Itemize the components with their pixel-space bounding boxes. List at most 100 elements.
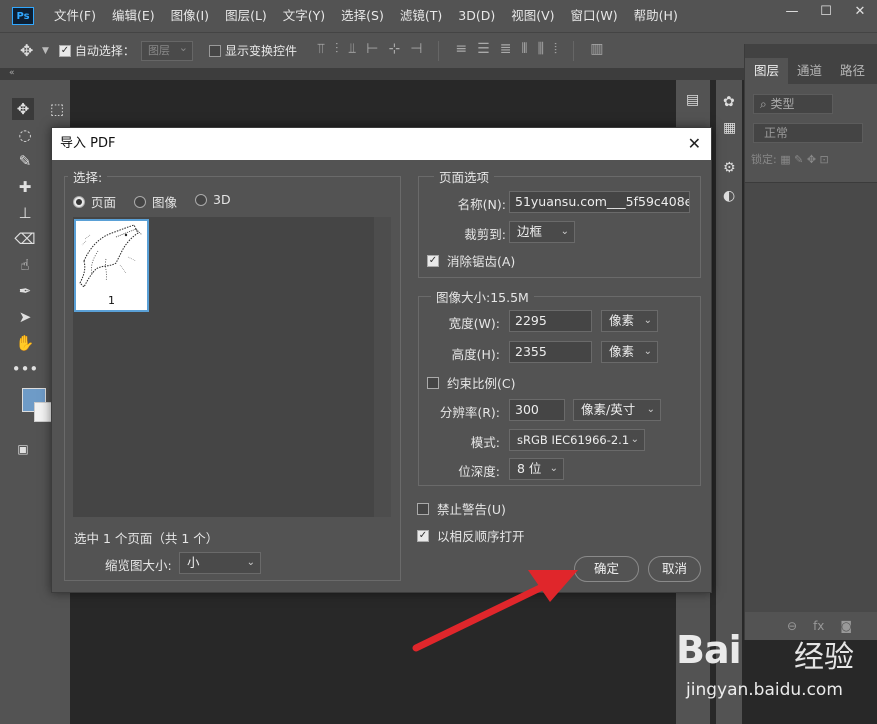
menu-help[interactable]: 帮助(H) (626, 0, 686, 32)
distribute-left-icon[interactable]: ⦀ (521, 41, 527, 61)
tab-channels[interactable]: 通道 (788, 58, 831, 84)
thumb-size-dropdown[interactable]: 小 ⌄ (179, 552, 261, 574)
menu-edit[interactable]: 编辑(E) (104, 0, 163, 32)
menu-layer[interactable]: 图层(L) (217, 0, 275, 32)
resolution-field[interactable]: 300 (509, 399, 565, 421)
smudge-tool-icon[interactable]: ☝ (14, 254, 36, 276)
search-icon: ⌕ (760, 97, 771, 111)
radio-page[interactable]: 页面 (73, 192, 116, 211)
align-hcenter-icon[interactable]: ⊹ (388, 41, 400, 61)
crop-dropdown[interactable]: 边框 ⌄ (509, 221, 575, 243)
radio-page-dot[interactable] (73, 195, 85, 208)
stamp-tool-icon[interactable]: ⊥ (14, 202, 36, 224)
pen-tool-icon[interactable]: ✒ (14, 280, 36, 302)
quick-mask-icon[interactable]: ▣ (12, 438, 34, 460)
radio-image[interactable]: 图像 (134, 192, 177, 211)
align-right-icon[interactable]: ⊣ (410, 41, 422, 61)
distribute-hcenter-icon[interactable]: ⫼ (538, 41, 544, 61)
chevron-down-icon: ⌄ (549, 463, 558, 474)
tab-layers[interactable]: 图层 (745, 58, 789, 84)
menu-select[interactable]: 选择(S) (333, 0, 392, 32)
thumb-size-value: 小 (187, 555, 200, 570)
marquee-tool-icon[interactable]: ⬚ (46, 98, 68, 120)
align-top-icon[interactable]: ⫪ (317, 41, 325, 61)
distribute-top-icon[interactable]: ≡ (455, 41, 467, 61)
layer-filter-dropdown[interactable]: ⌕ 类型 (753, 94, 833, 114)
palette-icon[interactable]: ✿ (723, 94, 735, 110)
swatches-icon[interactable]: ▦ (723, 120, 736, 136)
reverse-order-checkbox[interactable]: ✓ 以相反顺序打开 (417, 526, 525, 545)
name-field[interactable]: 51yuansu.com___5f59c408e9f5 (509, 191, 690, 213)
distribute-right-icon[interactable]: ⦙ (554, 41, 557, 61)
ok-button[interactable]: 确定 (574, 556, 639, 582)
adjustments-icon[interactable]: ⚙ (723, 160, 736, 176)
show-transform-checkbox[interactable] (208, 44, 221, 57)
thumbnail-scrollbar[interactable] (374, 217, 391, 517)
menu-type[interactable]: 文字(Y) (275, 0, 333, 32)
chevron-down-icon[interactable]: ▼ (42, 46, 49, 56)
dialog-title: 导入 PDF (60, 136, 116, 151)
suppress-warnings-checkbox[interactable]: 禁止警告(U) (417, 499, 506, 518)
healing-brush-icon[interactable]: ✚ (14, 176, 36, 198)
collapse-arrows-icon[interactable]: « (9, 68, 15, 78)
radio-3d[interactable]: 3D (195, 192, 231, 207)
minimize-icon[interactable]: — (775, 0, 809, 22)
align-bottom-icon[interactable]: ⫫ (348, 41, 356, 61)
menu-file[interactable]: 文件(F) (46, 0, 104, 32)
more-tools-icon[interactable]: ••• (12, 358, 39, 380)
radio-image-dot[interactable] (134, 195, 146, 208)
height-field[interactable]: 2355 (509, 341, 592, 363)
close-icon[interactable]: ✕ (688, 128, 701, 160)
blend-mode-dropdown[interactable]: 正常 (753, 123, 863, 143)
resolution-unit-dropdown[interactable]: 像素/英寸 ⌄ (573, 399, 661, 421)
auto-select-checkbox[interactable]: ✓ (58, 44, 71, 57)
maximize-icon[interactable]: ☐ (809, 0, 843, 22)
distribute-bottom-icon[interactable]: ≣ (500, 41, 512, 61)
suppress-warnings-check-box[interactable] (417, 502, 429, 515)
move-tool-icon[interactable]: ✥ (20, 41, 42, 60)
antialias-check-box[interactable]: ✓ (427, 254, 439, 267)
distribute-vcenter-icon[interactable]: ☰ (477, 41, 490, 61)
eraser-tool-icon[interactable]: ⌫ (14, 228, 36, 250)
align-vcenter-icon[interactable]: ⫶ (335, 41, 339, 61)
window-controls: — ☐ ✕ (775, 0, 877, 24)
show-transform-label: 显示变换控件 (224, 44, 297, 58)
height-unit-dropdown[interactable]: 像素 ⌄ (601, 341, 658, 363)
menu-view[interactable]: 视图(V) (503, 0, 562, 32)
suppress-warnings-label: 禁止警告(U) (437, 502, 506, 517)
width-unit-dropdown[interactable]: 像素 ⌄ (601, 310, 658, 332)
hand-tool-icon[interactable]: ✋ (14, 332, 36, 354)
menu-3d[interactable]: 3D(D) (450, 0, 503, 32)
constrain-check-box[interactable] (427, 376, 439, 389)
menu-image[interactable]: 图像(I) (163, 0, 217, 32)
menu-window[interactable]: 窗口(W) (563, 0, 626, 32)
history-icon[interactable]: ▤ (686, 92, 699, 108)
layer-filter-label: 类型 (770, 97, 795, 111)
width-unit-value: 像素 (609, 313, 635, 328)
lasso-tool-icon[interactable]: ◌ (14, 124, 36, 146)
auto-select-target-dropdown[interactable]: 图层 (140, 39, 193, 61)
quick-select-tool-icon[interactable]: ✎ (14, 150, 36, 172)
height-label: 高度(H): (451, 347, 500, 362)
move-tool-icon[interactable]: ✥ (12, 98, 34, 120)
width-field[interactable]: 2295 (509, 310, 592, 332)
tab-paths[interactable]: 路径 (831, 58, 874, 84)
contrast-icon[interactable]: ◐ (723, 188, 735, 204)
reverse-order-check-box[interactable]: ✓ (417, 529, 429, 542)
align-left-icon[interactable]: ⊢ (366, 41, 378, 61)
close-icon[interactable]: ✕ (843, 0, 877, 22)
radio-3d-dot[interactable] (195, 193, 207, 206)
path-select-icon[interactable]: ➤ (14, 306, 36, 328)
baidu-watermark: Bai 经验 jingyan.baidu.com (676, 620, 876, 724)
antialias-checkbox[interactable]: ✓ 消除锯齿(A) (427, 251, 515, 270)
auto-select-label: 自动选择： (74, 44, 135, 58)
menu-filter[interactable]: 滤镜(T) (392, 0, 450, 32)
layers-panel: 图层 通道 路径 ⌕ 类型 正常 锁定: ▦ ✎ ✥ ⊡ ⊖ fx ◙ (744, 44, 877, 640)
cancel-button[interactable]: 取消 (648, 556, 701, 582)
mode-dropdown[interactable]: sRGB IEC61966-2.1 ⌄ (509, 429, 645, 451)
depth-dropdown[interactable]: 8 位 ⌄ (509, 458, 564, 480)
page-thumbnail[interactable]: 1 (74, 219, 149, 312)
constrain-checkbox[interactable]: 约束比例(C) (427, 373, 515, 392)
radio-image-label: 图像 (152, 195, 178, 210)
auto-align-icon[interactable]: ▥ (590, 41, 603, 61)
